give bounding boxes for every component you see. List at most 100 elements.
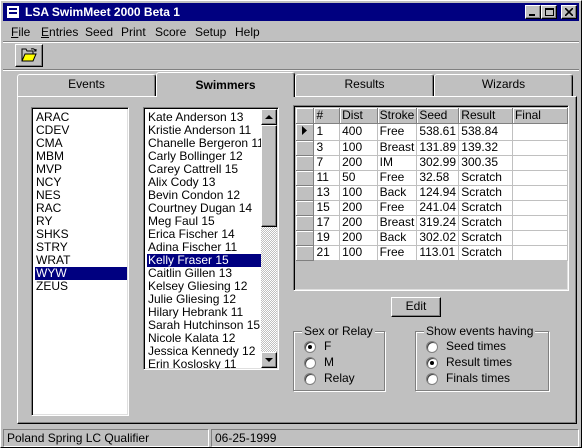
team-list[interactable]: ARAC CDEV CMA MBM MVP NCY NES RAC RY SHKS STRY WRAT…: [31, 107, 129, 416]
maximize-button[interactable]: [541, 5, 557, 19]
grid-cell[interactable]: 100: [339, 140, 378, 156]
grid-cell[interactable]: Back: [377, 230, 418, 246]
table-row[interactable]: 17 200 Breast 319.24 Scratch: [296, 215, 569, 231]
grid-cell[interactable]: 19: [313, 230, 341, 246]
grid-cell[interactable]: 139.32: [458, 140, 513, 156]
grid-cell[interactable]: [512, 140, 569, 156]
grid-cell[interactable]: 100: [339, 185, 378, 201]
tab-swimmers[interactable]: Swimmers: [156, 72, 295, 97]
menu-file[interactable]: File: [11, 25, 30, 39]
grid-cell[interactable]: 538.61: [416, 123, 460, 141]
scroll-thumb[interactable]: [261, 125, 277, 227]
grid-cell[interactable]: 1: [313, 123, 341, 141]
table-row[interactable]: 1 400 Free 538.61 538.84: [296, 123, 569, 141]
grid-cell[interactable]: Free: [377, 170, 418, 186]
title-bar[interactable]: LSA SwimMeet 2000 Beta 1: [3, 3, 579, 21]
grid-cell[interactable]: 200: [339, 155, 378, 171]
grid-cell[interactable]: 50: [339, 170, 378, 186]
table-row[interactable]: 7 200 IM 302.99 300.35: [296, 155, 569, 171]
grid-cell[interactable]: [512, 215, 569, 231]
grid-cell[interactable]: 538.84: [458, 123, 513, 141]
swimmer-list[interactable]: Kate Anderson 13 Kristie Anderson 11 Chane…: [143, 107, 279, 370]
grid-cell[interactable]: 11: [313, 170, 341, 186]
grid-cell[interactable]: Scratch: [458, 200, 513, 216]
menu-print[interactable]: Print: [121, 25, 146, 39]
grid-cell[interactable]: [512, 170, 569, 186]
table-row[interactable]: 19 200 Back 302.02 Scratch: [296, 230, 569, 246]
row-header-cell[interactable]: [296, 245, 315, 261]
col-header-stroke[interactable]: Stroke: [377, 108, 418, 124]
radio-indicator[interactable]: [426, 341, 438, 353]
grid-cell[interactable]: 17: [313, 215, 341, 231]
row-header-cell[interactable]: [296, 215, 315, 231]
grid-cell[interactable]: 302.02: [416, 230, 460, 246]
row-header-cell[interactable]: [296, 123, 315, 141]
grid-cell[interactable]: 113.01: [416, 245, 460, 261]
grid-cell[interactable]: 400: [339, 123, 378, 141]
minimize-button[interactable]: [525, 5, 541, 19]
grid-cell[interactable]: Back: [377, 185, 418, 201]
radio-indicator[interactable]: [304, 373, 316, 385]
row-header-cell[interactable]: [296, 230, 315, 246]
row-header-cell[interactable]: [296, 140, 315, 156]
grid-cell[interactable]: Breast: [377, 215, 418, 231]
swimmer-list-item[interactable]: Erin Koslosky 11: [147, 358, 262, 370]
grid-cell[interactable]: IM: [377, 155, 418, 171]
grid-cell[interactable]: 131.89: [416, 140, 460, 156]
grid-cell[interactable]: 200: [339, 215, 378, 231]
grid-cell[interactable]: 15: [313, 200, 341, 216]
grid-cell[interactable]: 300.35: [458, 155, 513, 171]
grid-cell[interactable]: Scratch: [458, 230, 513, 246]
grid-cell[interactable]: Free: [377, 245, 418, 261]
events-grid[interactable]: # Dist Stroke Seed Result Final 1 400 Free…: [293, 105, 569, 291]
grid-cell[interactable]: 21: [313, 245, 341, 261]
table-row[interactable]: 3 100 Breast 131.89 139.32: [296, 140, 569, 156]
radio-indicator[interactable]: [426, 373, 438, 385]
radio-indicator[interactable]: [304, 357, 316, 369]
col-header-final[interactable]: Final: [512, 108, 569, 124]
row-header-cell[interactable]: [296, 170, 315, 186]
edit-button[interactable]: Edit: [391, 297, 441, 317]
grid-cell[interactable]: 200: [339, 230, 378, 246]
col-header-event-number[interactable]: #: [313, 108, 341, 124]
grid-cell[interactable]: Free: [377, 200, 418, 216]
grid-cell[interactable]: Breast: [377, 140, 418, 156]
grid-cell[interactable]: Scratch: [458, 215, 513, 231]
grid-cell[interactable]: 13: [313, 185, 341, 201]
menu-seed[interactable]: Seed: [85, 25, 113, 39]
grid-cell[interactable]: 32.58: [416, 170, 460, 186]
scroll-down-button[interactable]: [261, 352, 277, 368]
grid-cell[interactable]: 3: [313, 140, 341, 156]
grid-cell[interactable]: Scratch: [458, 185, 513, 201]
grid-cell[interactable]: Scratch: [458, 245, 513, 261]
grid-cell[interactable]: 7: [313, 155, 341, 171]
swimmer-list-scrollbar[interactable]: [261, 109, 277, 368]
menu-help[interactable]: Help: [235, 25, 260, 39]
grid-cell[interactable]: 302.99: [416, 155, 460, 171]
menu-setup[interactable]: Setup: [195, 25, 226, 39]
grid-cell[interactable]: Free: [377, 123, 418, 141]
grid-cell[interactable]: 200: [339, 200, 378, 216]
col-header-seed[interactable]: Seed: [416, 108, 460, 124]
grid-cell[interactable]: [512, 155, 569, 171]
grid-cell[interactable]: 319.24: [416, 215, 460, 231]
table-row[interactable]: 11 50 Free 32.58 Scratch: [296, 170, 569, 186]
col-header-dist[interactable]: Dist: [339, 108, 378, 124]
team-list-item[interactable]: ZEUS: [35, 280, 127, 293]
row-header-cell[interactable]: [296, 200, 315, 216]
table-row[interactable]: 15 200 Free 241.04 Scratch: [296, 200, 569, 216]
tab-events[interactable]: Events: [17, 74, 156, 96]
row-header-cell[interactable]: [296, 155, 315, 171]
grid-cell[interactable]: 124.94: [416, 185, 460, 201]
grid-cell[interactable]: [512, 245, 569, 261]
tab-results[interactable]: Results: [295, 74, 434, 96]
grid-cell[interactable]: [512, 123, 569, 141]
radio-indicator[interactable]: [426, 357, 438, 369]
menu-entries[interactable]: Entries: [41, 25, 78, 39]
scroll-up-button[interactable]: [261, 109, 277, 125]
grid-cell[interactable]: 241.04: [416, 200, 460, 216]
row-header-cell[interactable]: [296, 185, 315, 201]
open-file-button[interactable]: [15, 44, 43, 67]
grid-cell[interactable]: [512, 200, 569, 216]
grid-cell[interactable]: [512, 230, 569, 246]
